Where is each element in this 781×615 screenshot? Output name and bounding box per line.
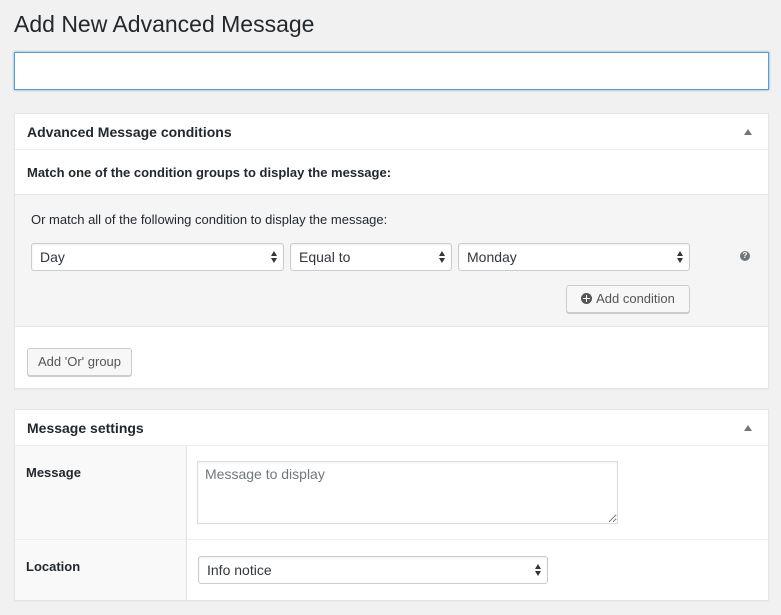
plus-circle-icon bbox=[581, 293, 593, 304]
match-instruction: Match one of the condition groups to dis… bbox=[15, 150, 768, 195]
location-row: Location Info notice bbox=[15, 540, 768, 600]
condition-field-value: Day bbox=[40, 249, 65, 265]
message-title-input[interactable] bbox=[14, 52, 769, 90]
select-arrows-icon bbox=[677, 251, 684, 263]
message-label: Message bbox=[15, 446, 187, 539]
select-arrows-icon bbox=[271, 251, 278, 263]
settings-title: Message settings bbox=[27, 419, 144, 436]
collapse-arrow-icon[interactable] bbox=[744, 128, 752, 135]
message-textarea[interactable] bbox=[197, 461, 618, 524]
condition-value-value: Monday bbox=[467, 249, 517, 265]
location-select[interactable]: Info notice bbox=[198, 556, 548, 584]
settings-postbox: Message settings Message Location Info n… bbox=[14, 409, 769, 601]
settings-header[interactable]: Message settings bbox=[15, 410, 768, 446]
question-icon[interactable]: ? bbox=[740, 251, 750, 261]
add-condition-label: Add condition bbox=[596, 291, 675, 306]
select-arrows-icon bbox=[535, 564, 542, 576]
condition-operator-select[interactable]: Equal to bbox=[290, 243, 452, 271]
location-field-cell: Info notice bbox=[187, 540, 768, 600]
group-instruction: Or match all of the following condition … bbox=[31, 212, 388, 227]
conditions-header[interactable]: Advanced Message conditions bbox=[15, 114, 768, 150]
add-or-group-button[interactable]: Add 'Or' group bbox=[27, 348, 133, 376]
condition-operator-value: Equal to bbox=[299, 249, 351, 265]
condition-field-select[interactable]: Day bbox=[31, 243, 284, 271]
condition-value-select[interactable]: Monday bbox=[458, 243, 690, 271]
add-condition-button[interactable]: Add condition bbox=[566, 285, 690, 313]
collapse-arrow-icon[interactable] bbox=[744, 424, 752, 431]
page-title: Add New Advanced Message bbox=[14, 11, 315, 37]
location-label: Location bbox=[15, 540, 187, 600]
message-row: Message bbox=[15, 446, 768, 540]
location-value: Info notice bbox=[207, 562, 272, 578]
message-field-cell bbox=[187, 446, 768, 539]
condition-group: Or match all of the following condition … bbox=[15, 195, 768, 327]
conditions-title: Advanced Message conditions bbox=[27, 123, 232, 140]
conditions-postbox: Advanced Message conditions Match one of… bbox=[14, 113, 769, 389]
select-arrows-icon bbox=[439, 251, 446, 263]
